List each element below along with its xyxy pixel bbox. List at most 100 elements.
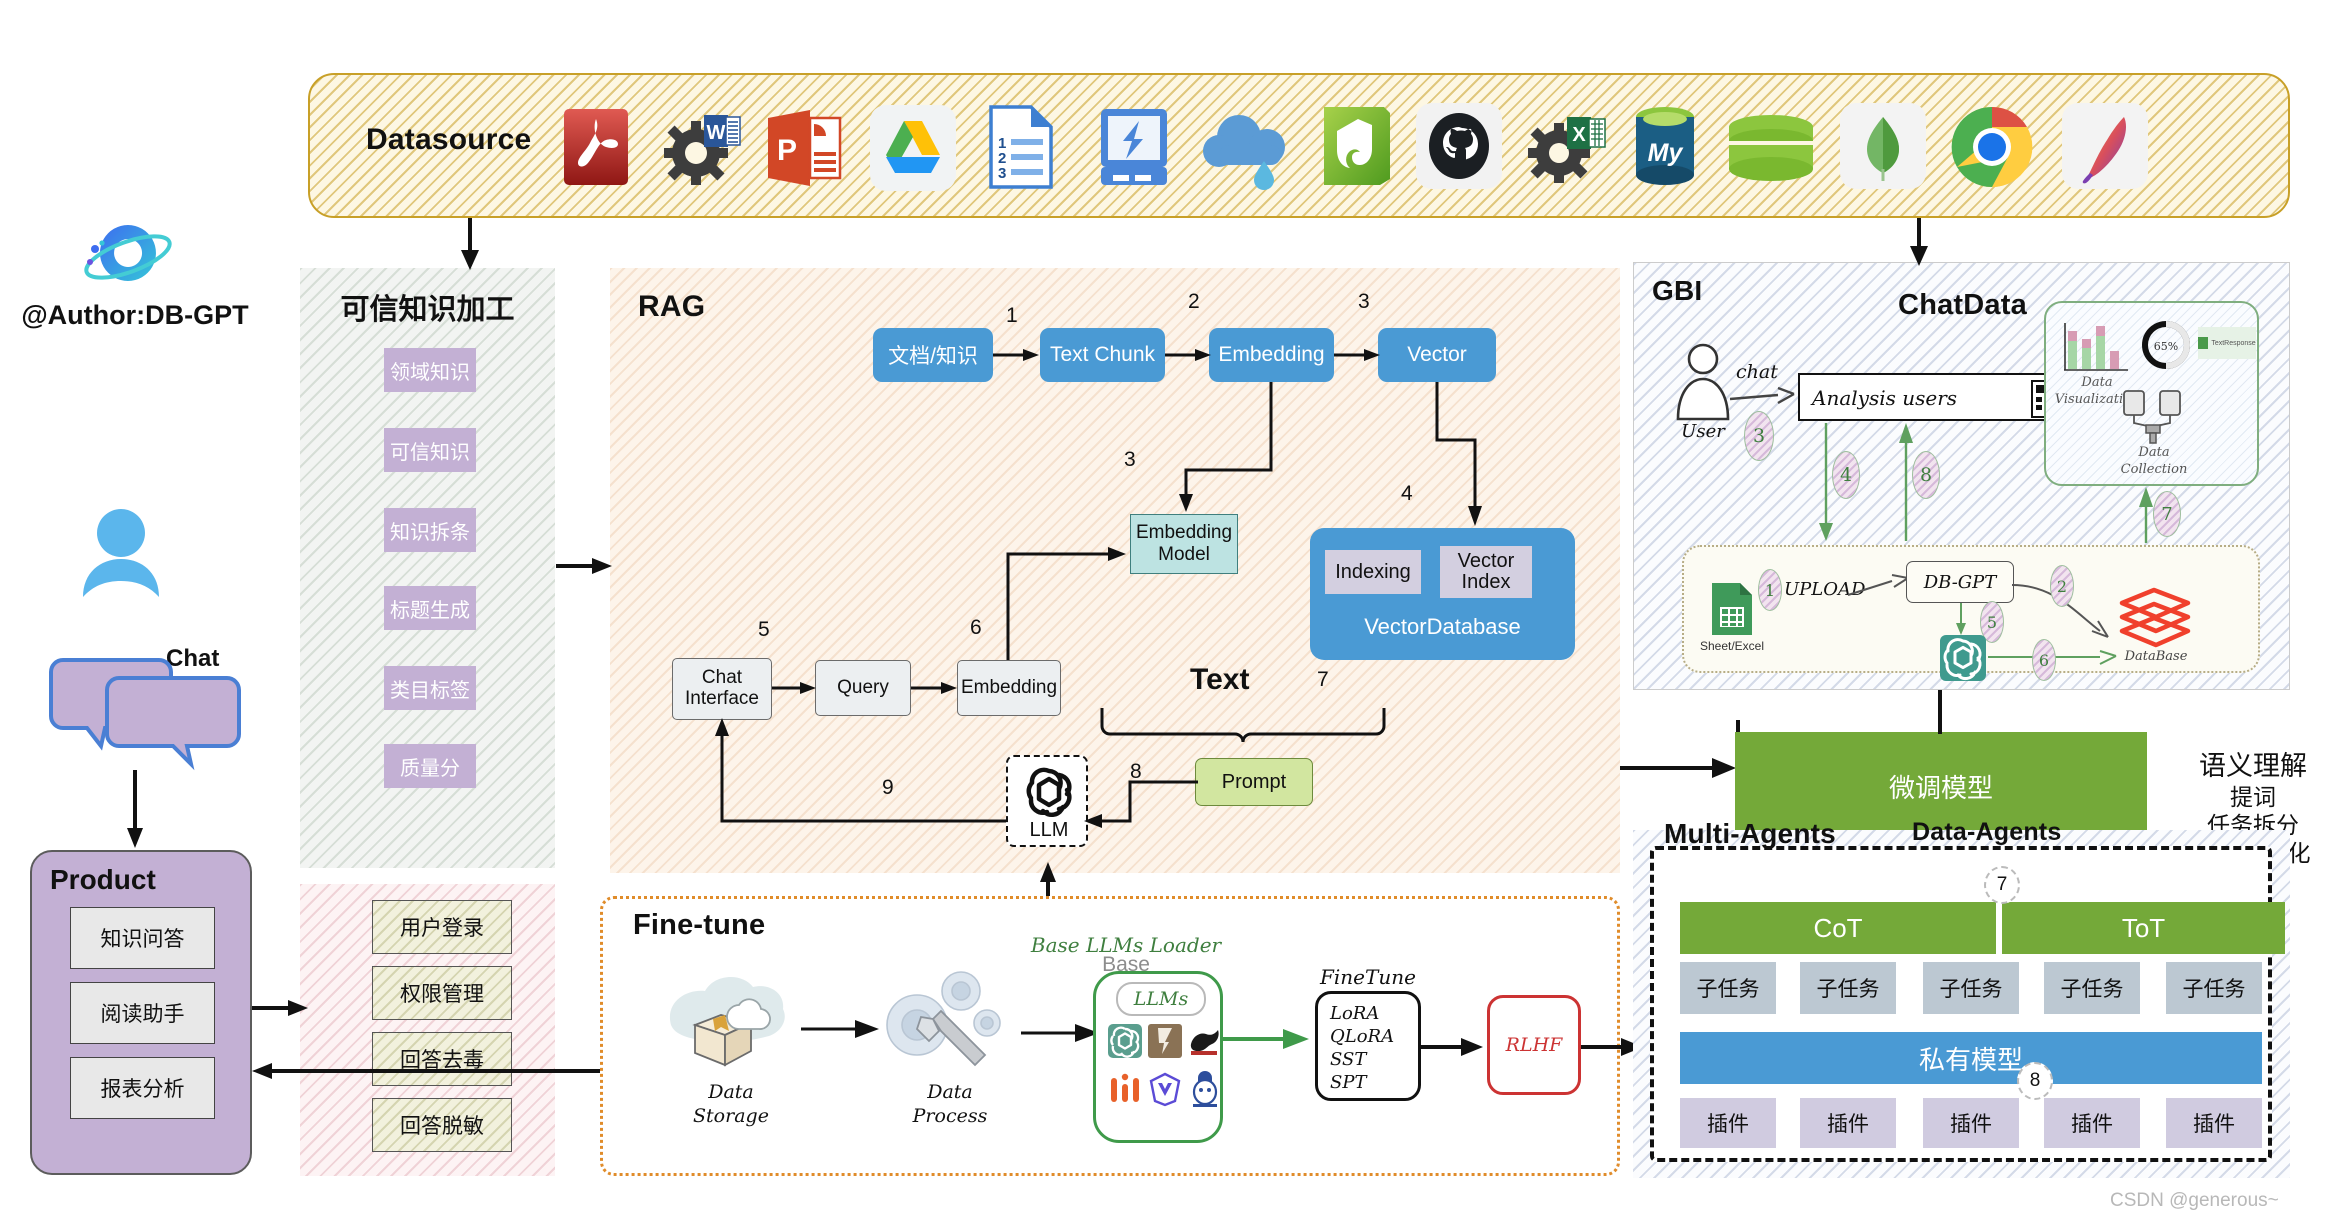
rag-vector-to-db-arrow [1435, 382, 1482, 526]
rag-doc-box[interactable]: 文档/知识 [873, 328, 993, 382]
user-label: User [1681, 421, 1725, 442]
finetune-to-rlhf-arrow [1421, 1038, 1483, 1056]
query-embedding-box[interactable]: Embedding [957, 660, 1061, 716]
knowledge-item-3[interactable]: 标题生成 [384, 586, 476, 630]
svg-text:P: P [777, 134, 797, 167]
vector-database-panel: Indexing Vector Index VectorDatabase [1310, 528, 1575, 660]
donut-value: 65% [2154, 340, 2178, 353]
rag-step-6: 6 [970, 616, 982, 639]
agents-badge-7: 7 [1984, 866, 2020, 904]
knowledge-item-0[interactable]: 领域知识 [384, 348, 476, 392]
gbi-step-8: 8 [1912, 451, 1940, 499]
plugin-1[interactable]: 插件 [1800, 1098, 1896, 1148]
data-collection-line1: Data [2138, 445, 2170, 460]
gbi-step-4: 4 [1832, 451, 1860, 499]
user-avatar-icon [78, 505, 164, 600]
datasource-panel: Datasource W P 1 2 3 X My [308, 73, 2290, 218]
security-item-3[interactable]: 回答脱敏 [372, 1098, 512, 1152]
llm-label: LLM [1029, 819, 1069, 841]
plugin-3[interactable]: 插件 [2044, 1098, 2140, 1148]
excel-gear-icon: X [1525, 105, 1609, 189]
plugin-4[interactable]: 插件 [2166, 1098, 2262, 1148]
finetune-method-3: SPT [1330, 1072, 1367, 1093]
donut-chart-icon: 65% [2138, 317, 2194, 373]
embedding-model-line2: Model [1158, 544, 1210, 565]
openai-logo-icon [1022, 765, 1076, 819]
finetune-method-0: LoRA [1330, 1003, 1380, 1024]
prompt-box[interactable]: Prompt [1195, 758, 1313, 806]
sheet-excel-label: Sheet/Excel [1699, 639, 1765, 653]
subtask-0[interactable]: 子任务 [1680, 962, 1776, 1014]
person-sketch-icon [1672, 341, 1734, 421]
bar-chart-icon [2062, 321, 2130, 373]
product-item-0[interactable]: 知识问答 [70, 907, 215, 969]
rag-step-2: 2 [1188, 290, 1200, 313]
knowledge-item-4[interactable]: 类目标签 [384, 666, 476, 710]
data-agents-title: Data-Agents [1912, 818, 2062, 846]
word-gear-icon: W [660, 105, 744, 189]
agents-badge-8: 8 [2017, 1062, 2053, 1100]
tot-bar[interactable]: ToT [2002, 902, 2285, 954]
evernote-icon [1320, 103, 1394, 189]
prompt-to-llm-arrow [1084, 780, 1198, 828]
finetune-method-2: SST [1330, 1049, 1367, 1070]
security-item-1[interactable]: 权限管理 [372, 966, 512, 1020]
cot-bar[interactable]: CoT [1680, 902, 1996, 954]
finetune-methods-box: LoRA QLoRA SST SPT [1315, 991, 1421, 1101]
semantics-line-1: 提词 [2230, 783, 2276, 810]
rag-title: RAG [638, 290, 706, 323]
text-response-legend: TextResponse [2198, 327, 2256, 359]
plugin-0[interactable]: 插件 [1680, 1098, 1776, 1148]
chat-interface-box[interactable]: Chat Interface [672, 658, 772, 720]
gears-wrench-icon [875, 961, 1025, 1081]
product-panel: Product 知识问答 阅读助手 报表分析 [30, 850, 252, 1175]
model-icon-gorilla [1188, 1026, 1220, 1056]
data-storage-line2: Storage [693, 1104, 769, 1127]
search-input-value[interactable]: Analysis users [1812, 386, 1957, 410]
security-item-0[interactable]: 用户登录 [372, 900, 512, 954]
red-books-stack-icon [2114, 585, 2196, 651]
security-panel: 用户登录 权限管理 回答去毒 回答脱敏 [300, 884, 555, 1176]
vdb-vector-index-line1: Vector [1457, 550, 1515, 572]
subtask-1[interactable]: 子任务 [1800, 962, 1896, 1014]
visualization-panel: Data Visualization 65% TextResponse Data… [2044, 301, 2259, 486]
private-model-bar[interactable]: 私有模型 [1680, 1032, 2262, 1084]
cloud-rain-icon [1203, 111, 1295, 191]
gbi-step-3: 3 [1744, 411, 1774, 461]
analysis-search-bar[interactable]: Analysis users [1798, 373, 2073, 421]
database-cylinder-icon [1725, 115, 1817, 185]
query-box[interactable]: Query [815, 660, 911, 716]
rag-step-5: 5 [758, 618, 770, 641]
svg-text:W: W [707, 122, 726, 144]
rag-embedding-box[interactable]: Embedding [1209, 328, 1334, 382]
knowledge-item-2[interactable]: 知识拆条 [384, 508, 476, 552]
vdb-indexing[interactable]: Indexing [1325, 550, 1421, 594]
model-icon-vicuna [1148, 1072, 1182, 1107]
multi-agents-panel: Multi-Agents Data-Agents CoT ToT 7 子任务 子… [1650, 818, 2285, 1162]
subtask-3[interactable]: 子任务 [2044, 962, 2140, 1014]
data-collection-line2: Collection [2120, 461, 2188, 477]
base-llms-loader-box: LLMs [1093, 971, 1223, 1143]
database-label: DataBase [2124, 649, 2188, 664]
process-to-loader-arrow [1021, 1024, 1099, 1042]
product-item-2[interactable]: 报表分析 [70, 1057, 215, 1119]
subtask-2[interactable]: 子任务 [1923, 962, 2019, 1014]
rag-textchunk-box[interactable]: Text Chunk [1040, 328, 1165, 382]
text-response-swatch [2198, 337, 2209, 349]
finetune-title: Fine-tune [633, 909, 766, 941]
vdb-vector-index[interactable]: Vector Index [1440, 546, 1532, 598]
apache-feather-icon [2062, 103, 2148, 189]
semantics-line-0: 语义理解 [2199, 751, 2307, 781]
knowledge-item-5[interactable]: 质量分 [384, 744, 476, 788]
plugin-2[interactable]: 插件 [1923, 1098, 2019, 1148]
mysql-icon: My [1632, 105, 1698, 191]
rag-vector-box[interactable]: Vector [1378, 328, 1496, 382]
data-storage-label: Data Storage [661, 1081, 801, 1129]
knowledge-title: 可信知识加工 [340, 294, 515, 326]
query-embedding-to-model-arrow [1006, 547, 1126, 660]
product-item-1[interactable]: 阅读助手 [70, 982, 215, 1044]
google-drive-icon [870, 105, 956, 191]
knowledge-item-1[interactable]: 可信知识 [384, 428, 476, 472]
rag-step-3b: 3 [1124, 448, 1136, 471]
subtask-4[interactable]: 子任务 [2166, 962, 2262, 1014]
